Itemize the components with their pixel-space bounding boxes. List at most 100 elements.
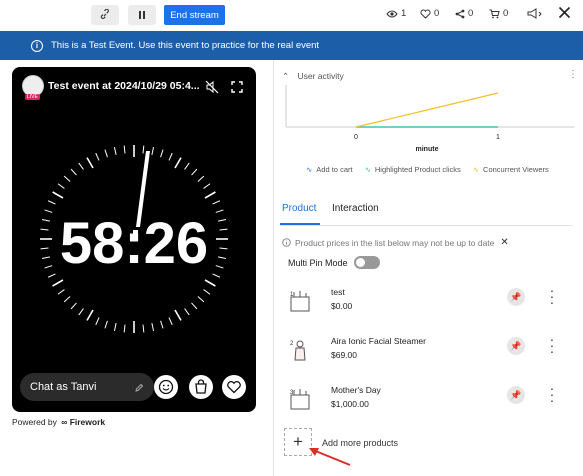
product-price: $1,000.00 — [331, 399, 369, 409]
clock-tick — [215, 209, 224, 213]
like-button[interactable] — [222, 375, 246, 399]
chart-svg: 0 1 minute — [285, 85, 574, 153]
shopping-bag-icon — [195, 379, 207, 394]
clock-tick — [174, 157, 182, 169]
legend-item[interactable]: ∿ Concurrent Viewers — [473, 165, 549, 174]
product-item[interactable]: 3 Mother's Day $1,000.00 📌 · · · — [288, 381, 573, 423]
clock-tick — [203, 183, 211, 189]
chat-placeholder: Chat as Tanvi — [30, 381, 97, 393]
clock-tick — [151, 323, 155, 332]
clock-tick — [40, 228, 49, 231]
clock-tick — [52, 279, 64, 287]
link-icon — [100, 9, 109, 19]
multi-pin-mode: Multi Pin Mode — [288, 256, 380, 269]
clock-tick — [191, 302, 198, 310]
user-activity-title: User activity — [297, 71, 344, 81]
user-activity-header[interactable]: ⌃ User activity — [282, 71, 344, 82]
clock-tick — [95, 152, 100, 161]
clock-tick — [174, 309, 182, 321]
tab-product[interactable]: Product — [282, 203, 316, 214]
clock-face: 58:26 — [40, 145, 228, 333]
cart-count: 0 — [503, 8, 509, 19]
views-stat: 1 — [386, 8, 406, 19]
emoji-button[interactable] — [154, 375, 178, 399]
legend-item[interactable]: ∿ Highlighted Product clicks — [365, 165, 461, 174]
clock-tick — [41, 218, 50, 222]
dismiss-notice-icon[interactable]: ✕ — [500, 237, 508, 248]
share-icon — [455, 9, 465, 18]
tab-divider — [280, 225, 573, 226]
clock-tick — [52, 191, 64, 199]
product-price: $69.00 — [331, 350, 357, 360]
clock-tick — [215, 265, 224, 269]
pin-product-button[interactable]: 📌 — [507, 386, 525, 404]
tab-interaction[interactable]: Interaction — [332, 203, 379, 214]
banner-text: This is a Test Event. Use this event to … — [51, 40, 320, 51]
pin-product-button[interactable]: 📌 — [507, 337, 525, 355]
x-axis-label: minute — [416, 146, 439, 153]
shares-count: 0 — [468, 8, 474, 19]
legend-label: Concurrent Viewers — [483, 165, 549, 174]
product-name: test — [331, 287, 345, 297]
clock-tick — [212, 200, 221, 205]
product-menu-button[interactable]: · · · — [548, 283, 556, 309]
clock-tick — [184, 162, 190, 170]
x-tick-label: 0 — [354, 134, 358, 141]
cart-stat: 0 — [489, 8, 508, 19]
clock-tick — [219, 247, 228, 250]
chevron-up-icon: ⌃ — [282, 71, 290, 81]
multi-pin-toggle[interactable] — [353, 256, 380, 269]
likes-count: 0 — [434, 8, 440, 19]
clock-tick — [160, 149, 164, 158]
clock-tick — [197, 296, 205, 303]
chart-legend: ∿ Add to cart ∿ Highlighted Product clicks ∿… — [306, 165, 549, 174]
product-name: Aira Ionic Facial Steamer — [331, 336, 426, 346]
copy-link-button[interactable] — [91, 5, 119, 25]
plus-icon: + — [293, 432, 303, 451]
clock-tick — [78, 308, 84, 316]
product-menu-button[interactable]: · · · — [548, 332, 556, 358]
heart-icon — [227, 381, 241, 394]
top-toolbar: End stream 1 0 0 0 — [0, 0, 583, 31]
legend-item[interactable]: ∿ Add to cart — [306, 165, 353, 174]
powered-by-text: Powered by — [12, 417, 57, 427]
end-stream-button[interactable]: End stream — [164, 5, 225, 25]
announce-button[interactable] — [527, 8, 543, 19]
clock-tick — [86, 157, 94, 169]
close-icon — [558, 6, 571, 19]
close-button[interactable] — [558, 6, 571, 19]
smiley-icon — [158, 379, 174, 395]
tab-active-indicator — [280, 223, 320, 225]
clock-tick — [70, 168, 77, 176]
clock-tick — [160, 320, 164, 329]
clock-tick — [113, 323, 117, 332]
clock-tick — [218, 256, 227, 260]
clock-tick — [44, 265, 53, 269]
clock-tick — [104, 320, 108, 329]
clock-tick — [197, 175, 205, 182]
clock-tick — [86, 309, 94, 321]
clock-tick — [151, 146, 155, 155]
more-vertical-icon[interactable]: ⋮ — [568, 69, 578, 80]
chat-input[interactable]: Chat as Tanvi — [20, 373, 154, 401]
firework-logo: ∞ Firework — [61, 417, 106, 427]
likes-stat: 0 — [420, 8, 439, 19]
clock-tick — [191, 168, 198, 176]
product-menu-button[interactable]: · · · — [548, 381, 556, 407]
pin-product-button[interactable]: 📌 — [507, 288, 525, 306]
pause-button[interactable] — [128, 5, 156, 25]
shopping-bag-button[interactable] — [189, 375, 213, 399]
megaphone-icon — [527, 8, 542, 19]
info-icon: i — [31, 39, 43, 52]
product-item[interactable]: 2 Aira Ionic Facial Steamer $69.00 📌 · · · — [288, 332, 573, 374]
clock-tick — [47, 273, 56, 278]
product-item[interactable]: 1 test $0.00 📌 · · · — [288, 283, 573, 325]
clock-tick — [142, 324, 145, 333]
clock-tick — [113, 146, 117, 155]
clock-tick — [41, 256, 50, 260]
clock-tick — [184, 308, 190, 316]
clock-tick — [203, 289, 211, 295]
heart-icon — [420, 9, 431, 19]
shares-stat: 0 — [455, 8, 473, 19]
product-thumbnail: 2 — [290, 340, 306, 361]
